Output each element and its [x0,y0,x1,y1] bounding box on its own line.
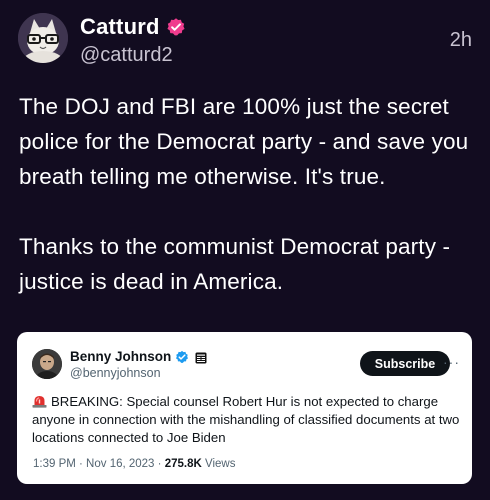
quoted-tweet-date[interactable]: 1:39 PM · Nov 16, 2023 · [33,458,165,470]
quoted-author-avatar[interactable] [32,349,62,379]
subscribe-button[interactable]: Subscribe [360,351,450,376]
author-handle[interactable]: @catturd2 [80,44,173,66]
quoted-handle[interactable]: @bennyjohnson [70,366,161,380]
person-avatar-icon [32,349,62,379]
catturd-avatar[interactable] [18,13,68,63]
cat-avatar-icon [18,13,68,63]
quoted-tweet-text: BREAKING: Special counsel Robert Hur is … [32,394,460,445]
quoted-tweet-text-block: BREAKING: Special counsel Robert Hur is … [32,393,464,447]
quoted-tweet-meta: 1:39 PM · Nov 16, 2023 · 275.8K Views [33,458,235,470]
quoted-name-row: Benny Johnson [70,349,207,365]
author-display-name[interactable]: Catturd [80,14,160,40]
quoted-display-name[interactable]: Benny Johnson [70,349,171,365]
post-body-paragraph-1: The DOJ and FBI are 100% just the secret… [19,94,469,189]
author-name-row: Catturd [80,14,186,40]
quoted-tweet-card[interactable]: Benny Johnson @bennyjohnson Subscribe ··… [17,332,472,484]
post-body: The DOJ and FBI are 100% just the secret… [19,89,474,299]
post-timestamp[interactable]: 2h [450,29,472,52]
verified-badge-icon[interactable] [166,17,186,37]
siren-icon [32,394,47,408]
more-options-icon[interactable]: ··· [443,354,460,370]
views-label: Views [201,458,236,470]
affiliation-badge-icon[interactable] [195,351,207,364]
verified-badge-icon[interactable] [175,350,189,364]
views-count: 275.8K [164,458,202,470]
post-body-paragraph-2: Thanks to the communist Democrat party -… [19,234,451,294]
post: Catturd @catturd2 2h The DOJ and FBI are… [0,0,490,500]
